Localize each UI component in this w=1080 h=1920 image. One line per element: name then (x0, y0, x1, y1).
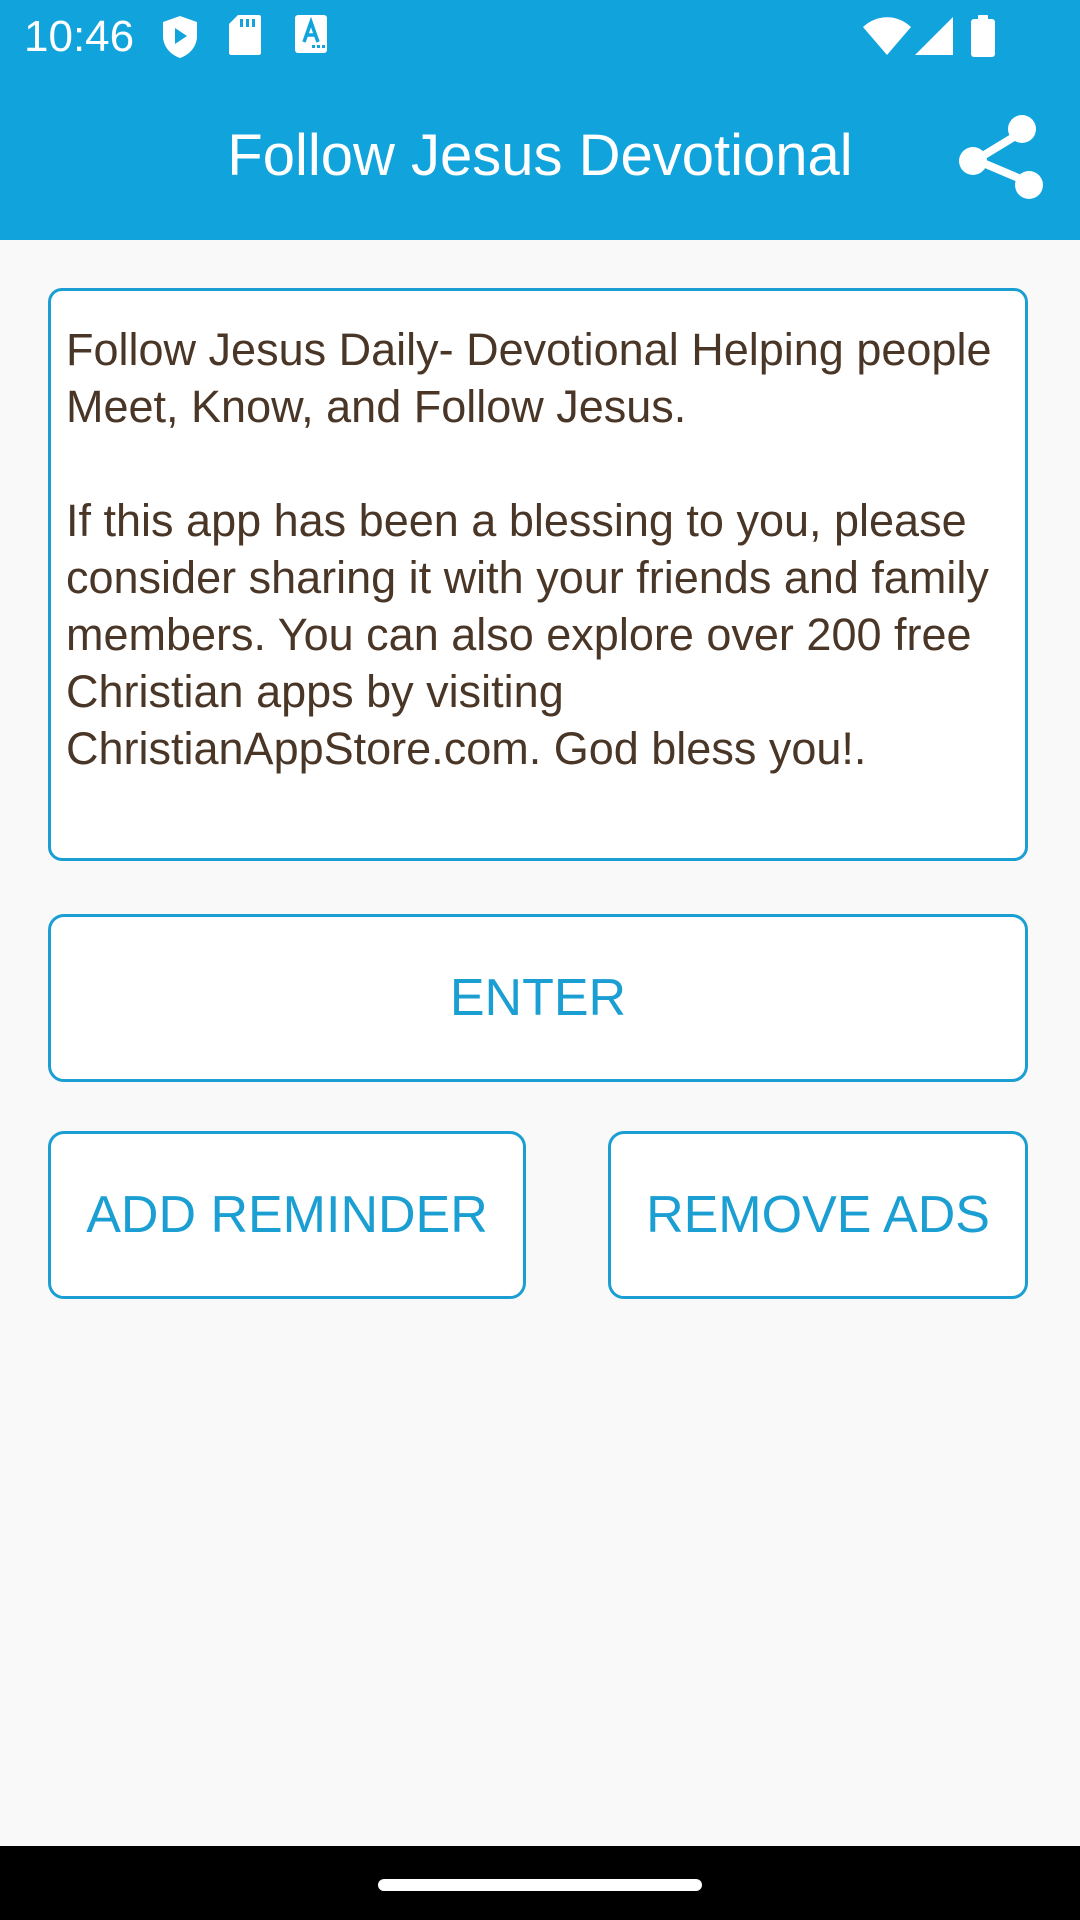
app-bar: Follow Jesus Devotional (0, 74, 1080, 240)
add-reminder-button[interactable]: ADD REMINDER (48, 1131, 526, 1299)
app-title: Follow Jesus Devotional (227, 123, 853, 188)
message-intro: Follow Jesus Daily- Devotional Helping p… (66, 324, 992, 432)
sd-card-icon (229, 15, 261, 55)
status-bar: 10:46 (0, 0, 1080, 74)
cell-signal-icon (915, 17, 953, 55)
home-gesture-handle[interactable] (378, 1879, 702, 1891)
status-time: 10:46 (24, 12, 135, 61)
devotional-message-box: Follow Jesus Daily- Devotional Helping p… (48, 288, 1028, 861)
app-screen: 10:46 Follow Jesus Devotional Follow Jes… (0, 0, 1080, 1920)
share-icon (959, 115, 1043, 199)
enter-button[interactable]: ENTER (48, 914, 1028, 1082)
battery-icon (971, 15, 995, 57)
remove-ads-button[interactable]: REMOVE ADS (608, 1131, 1028, 1299)
wifi-icon (863, 17, 911, 55)
keyboard-a-icon (295, 15, 327, 53)
share-button[interactable] (956, 112, 1046, 202)
navigation-bar (0, 1846, 1080, 1920)
shield-icon (163, 16, 197, 58)
message-share-request: If this app has been a blessing to you, … (66, 495, 989, 774)
